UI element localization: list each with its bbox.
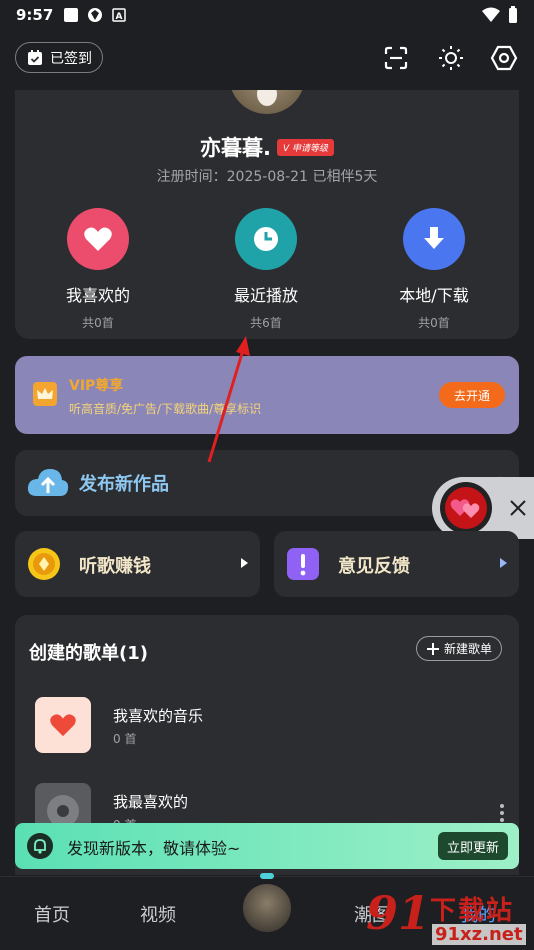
vip-subtitle: 听高音质/免广告/下载歌曲/尊享标识	[69, 402, 262, 416]
playlist-count: 0 首	[113, 732, 137, 746]
new-playlist-label: 新建歌单	[443, 642, 492, 656]
hearts-image[interactable]	[440, 482, 492, 534]
playlist-section-title: 创建的歌单(1)	[29, 643, 148, 664]
username: 亦暮暮.	[199, 136, 271, 160]
shortcut-count: 共6首	[250, 316, 282, 330]
now-playing-disc[interactable]	[240, 881, 294, 935]
vip-title: VIP尊享	[69, 378, 124, 394]
crown-icon	[33, 382, 57, 406]
watermark-logo: 91	[366, 886, 431, 940]
close-icon[interactable]	[504, 494, 532, 522]
plus-circle-icon	[426, 642, 439, 655]
nav-item-home[interactable]: 首页	[34, 901, 70, 927]
vip-activate-button[interactable]: 去开通	[439, 382, 505, 408]
download-circle	[403, 208, 465, 270]
heart-icon	[50, 714, 76, 737]
feedback-card[interactable]: 意见反馈	[274, 531, 519, 597]
floating-ad-bubble[interactable]	[432, 477, 534, 539]
download-icon	[424, 227, 444, 249]
coin-icon	[28, 548, 60, 580]
publish-label: 发布新作品	[79, 474, 169, 495]
feedback-label: 意见反馈	[338, 556, 410, 577]
shortcut-count: 共0首	[418, 316, 450, 330]
update-now-button[interactable]: 立即更新	[438, 832, 508, 860]
earn-money-label: 听歌赚钱	[79, 556, 151, 577]
calendar-check-icon	[28, 49, 42, 65]
shortcut-download[interactable]: 本地/下载 共0首	[369, 208, 499, 331]
letter-a-icon: A	[112, 8, 127, 22]
clock-icon	[254, 227, 278, 251]
recent-circle	[235, 208, 297, 270]
shortcut-recent[interactable]: 最近播放 共6首	[201, 208, 331, 331]
avatar-figure-icon	[257, 90, 277, 106]
watermark-url: 91xz.net	[432, 924, 526, 945]
registration-info: 注册时间：2025-08-21 已相伴5天	[156, 169, 378, 185]
cloud-upload-icon	[27, 469, 69, 496]
svg-text:A: A	[116, 12, 123, 22]
settings-hexagon-icon[interactable]	[490, 44, 518, 72]
top-bar: 已签到	[0, 38, 534, 78]
shortcut-label: 最近播放	[233, 286, 298, 305]
app-logo-icon	[88, 8, 103, 22]
hearts-icon	[445, 487, 487, 529]
playlist-name: 我喜欢的音乐	[113, 707, 204, 725]
watermark-text: 下载站	[430, 896, 515, 926]
shortcut-label: 本地/下载	[399, 286, 469, 305]
avatar[interactable]	[229, 90, 305, 114]
level-badge[interactable]: V 申请等级	[276, 138, 334, 156]
theme-sun-icon[interactable]	[437, 44, 465, 72]
update-banner[interactable]: 发现新版本，敬请体验~ 立即更新	[15, 823, 519, 869]
playlist-name: 我最喜欢的	[113, 793, 189, 811]
status-bar: 9:57 A	[0, 0, 534, 30]
heart-icon	[84, 227, 112, 251]
bell-icon	[27, 833, 53, 859]
scan-icon[interactable]	[382, 44, 410, 72]
wifi-icon	[482, 7, 500, 22]
now-playing-indicator	[260, 873, 274, 879]
nav-item-video[interactable]: 视频	[140, 901, 176, 927]
shortcut-label: 我喜欢的	[65, 286, 130, 305]
play-arrow-icon	[241, 558, 248, 568]
new-playlist-button[interactable]: 新建歌单	[416, 636, 502, 661]
vip-card[interactable]: VIP尊享 听高音质/免广告/下载歌曲/尊享标识 去开通	[15, 356, 519, 434]
checkin-label: 已签到	[50, 50, 92, 67]
play-arrow-icon	[500, 558, 507, 568]
battery-icon	[509, 6, 517, 23]
watermark: 91 下载站 91xz.net	[360, 886, 534, 950]
playlist-item[interactable]: 我喜欢的音乐 0 首	[35, 697, 505, 755]
exclamation-icon	[287, 548, 319, 580]
more-vertical-icon[interactable]	[499, 803, 505, 823]
notification-square-icon	[64, 8, 79, 22]
status-time: 9:57	[16, 6, 54, 24]
user-row: 亦暮暮. V 申请等级	[15, 132, 519, 162]
earn-money-card[interactable]: 听歌赚钱	[15, 531, 260, 597]
playlist-thumb	[35, 697, 91, 753]
update-text: 发现新版本，敬请体验~	[67, 839, 241, 858]
shortcut-liked[interactable]: 我喜欢的 共0首	[33, 208, 163, 331]
liked-circle	[67, 208, 129, 270]
profile-card: 亦暮暮. V 申请等级 注册时间：2025-08-21 已相伴5天 我喜欢的 共…	[15, 90, 519, 339]
checkin-button[interactable]: 已签到	[15, 42, 103, 73]
shortcut-count: 共0首	[82, 316, 114, 330]
